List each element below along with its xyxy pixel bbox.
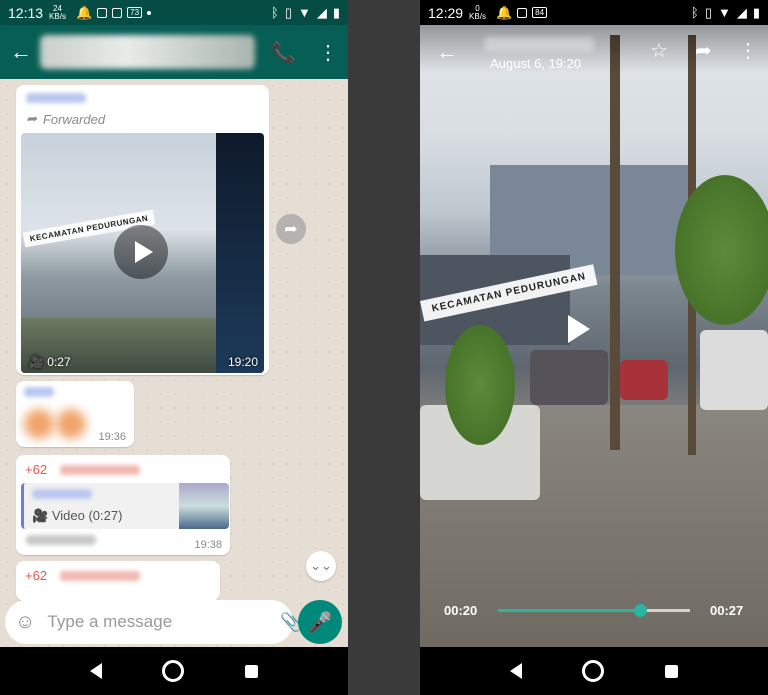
- sender-number-redacted: [59, 464, 140, 475]
- star-icon[interactable]: ☆: [650, 38, 668, 63]
- scroll-to-bottom-button[interactable]: ⌄⌄: [306, 551, 336, 581]
- vibrate-icon: ▯: [284, 4, 292, 20]
- emoji-redacted: [56, 409, 86, 439]
- play-button[interactable]: [568, 315, 590, 343]
- vibrate-icon: ▯: [704, 4, 712, 20]
- video-camera-icon: 🎥: [32, 508, 49, 523]
- add-call-icon[interactable]: 📞: [271, 40, 296, 65]
- sender-number: +62: [25, 462, 48, 477]
- mic-icon: 🎤: [307, 611, 333, 634]
- quoted-video-thumbnail: [179, 483, 229, 529]
- message-time: 19:38: [194, 539, 222, 551]
- sender-name-redacted: [24, 387, 54, 397]
- forwarded-label: ➦ Forwarded: [26, 111, 106, 127]
- notification-icon: [97, 7, 108, 18]
- nav-bar: [0, 647, 348, 695]
- current-time: 00:20: [444, 603, 478, 618]
- battery-icon: ▮: [752, 4, 760, 20]
- video-thumbnail[interactable]: KECAMATAN PEDURUNGAN 🎥 0:27 19:20: [21, 133, 264, 373]
- battery-icon: ▮: [332, 4, 340, 20]
- notification-badge: 84: [532, 7, 548, 18]
- network-speed: 24 KB/s: [49, 3, 66, 21]
- status-time: 12:29: [428, 4, 464, 21]
- mic-button[interactable]: 🎤: [298, 600, 342, 644]
- seek-handle[interactable]: [634, 604, 648, 617]
- play-button[interactable]: [114, 225, 168, 279]
- sender-number: +62: [25, 568, 48, 583]
- chat-screen: 12:13 24 KB/s 🔔 73 ᛒ ▯ ▼ ◢ ▮ ← 📞 ⋮ ➦ For…: [0, 0, 348, 695]
- signal-icon: ◢: [316, 4, 327, 20]
- nav-home-button[interactable]: [162, 660, 185, 682]
- notification-badge: 73: [127, 7, 143, 18]
- quoted-video-label: Video (0:27): [51, 508, 123, 523]
- share-icon[interactable]: ➦: [695, 38, 712, 63]
- gallery-icon: [517, 7, 528, 18]
- sender-name-redacted: [26, 93, 86, 103]
- more-notifications-dot: [147, 10, 152, 15]
- message-text-redacted: [26, 535, 96, 545]
- contact-name-redacted[interactable]: [40, 35, 255, 69]
- video-viewer-screen: 12:29 0 KB/s 🔔 84 ᛒ ▯ ▼ ◢ ▮ ← August 6, …: [420, 0, 768, 695]
- reply-message: +62 🎥 Video (0:27) 19:38: [16, 455, 230, 555]
- emoji-message: 19:36: [16, 381, 134, 447]
- emoji-icon[interactable]: ☺: [15, 611, 35, 634]
- nav-back-button[interactable]: [510, 663, 523, 679]
- gallery-icon: [112, 7, 123, 18]
- nav-recents-button[interactable]: [244, 664, 258, 678]
- media-date: August 6, 19:20: [490, 56, 582, 71]
- more-options-icon[interactable]: ⋮: [738, 38, 758, 63]
- back-arrow-icon[interactable]: ←: [10, 39, 36, 65]
- video-duration: 🎥 0:27: [29, 355, 71, 369]
- sender-number-redacted: [59, 570, 140, 581]
- wifi-icon: ▼: [717, 5, 731, 20]
- quoted-video[interactable]: 🎥 Video (0:27): [21, 483, 229, 529]
- message-list: ➦ Forwarded KECAMATAN PEDURUNGAN 🎥 0:27 …: [0, 79, 348, 647]
- back-arrow-icon[interactable]: ←: [436, 39, 458, 65]
- status-bar: 12:13 24 KB/s 🔔 73 ᛒ ▯ ▼ ◢ ▮: [0, 0, 348, 25]
- nav-home-button[interactable]: [582, 660, 605, 682]
- forward-arrow-icon: ➦: [26, 111, 37, 126]
- status-bar: 12:29 0 KB/s 🔔 84 ᛒ ▯ ▼ ◢ ▮: [420, 0, 768, 25]
- sender-name-redacted: [484, 37, 594, 51]
- wifi-icon: ▼: [297, 5, 311, 20]
- partial-message: +62: [16, 561, 220, 601]
- alarm-icon: 🔔: [75, 4, 93, 20]
- status-time: 12:13: [8, 4, 44, 21]
- bluetooth-icon: ᛒ: [271, 5, 279, 20]
- nav-recents-button[interactable]: [664, 664, 678, 678]
- nav-back-button[interactable]: [90, 663, 103, 679]
- total-time: 00:27: [710, 603, 744, 618]
- forward-button[interactable]: ➦: [276, 214, 306, 244]
- emoji-redacted: [24, 409, 54, 439]
- nav-bar: [420, 647, 768, 695]
- seek-progress: [498, 609, 641, 612]
- network-speed: 0 KB/s: [469, 3, 486, 21]
- video-frame[interactable]: ← August 6, 19:20 ☆ ➦ ⋮ KECAMATAN PEDURU…: [420, 25, 768, 647]
- chat-header: ← 📞 ⋮: [0, 25, 348, 79]
- message-time: 19:36: [98, 431, 126, 443]
- alarm-icon: 🔔: [495, 4, 513, 20]
- video-timestamp: 19:20: [227, 355, 258, 369]
- message-input[interactable]: [45, 611, 271, 633]
- bluetooth-icon: ᛒ: [691, 5, 699, 20]
- video-message: ➦ Forwarded KECAMATAN PEDURUNGAN 🎥 0:27 …: [16, 85, 269, 375]
- signal-icon: ◢: [736, 4, 747, 20]
- message-composer: ☺ 📎 ◉: [5, 600, 329, 644]
- more-options-icon[interactable]: ⋮: [318, 40, 338, 65]
- seek-bar[interactable]: [498, 604, 690, 617]
